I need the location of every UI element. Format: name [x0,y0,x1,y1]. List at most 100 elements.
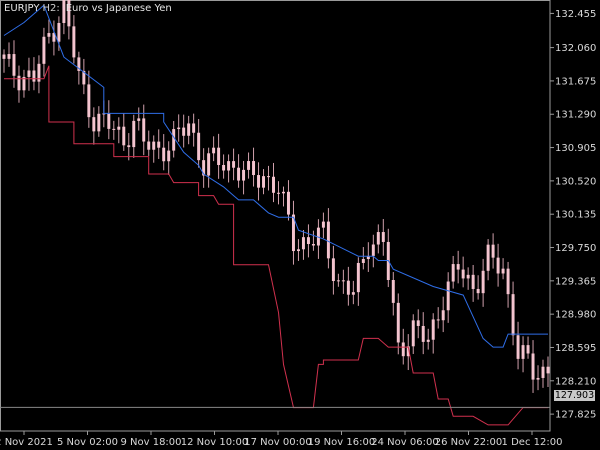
candle-body [431,319,435,340]
candle-body [112,128,116,130]
candle-body [237,167,241,181]
candle-body [371,244,375,256]
candle-body [521,345,525,359]
candle-body [262,176,266,188]
candle-body [177,127,181,130]
candle-body [242,169,246,181]
candle-body [481,270,485,294]
candle-body [122,126,126,146]
candle-body [182,127,186,136]
candle-body [286,191,290,215]
symbol-label: EURJPY [4,3,40,14]
upper-band-line [3,4,548,348]
x-tick-label: 1 Dec 12:00 [502,437,563,448]
candle-body [277,192,280,194]
candle-body [411,320,415,347]
candle-body [306,237,310,245]
candle-body [541,366,545,378]
candle-body [421,325,425,342]
candle-body [426,339,430,342]
candle-body [491,244,495,258]
candle-body [42,36,46,64]
price-chart[interactable]: 132.455 132.060 131.675 131.290 130.905 130.5… [0,0,600,450]
candle-body [391,280,395,303]
y-tick-label: 129.365 [555,276,596,287]
y-tick-label: 131.290 [555,110,596,121]
candle-body [376,232,380,245]
x-tick-label: 12 Nov 10:00 [181,437,248,448]
candle-body [272,176,275,193]
x-tick-label: 19 Nov 16:00 [308,437,375,448]
candle-body [97,113,101,132]
candle-body [222,164,226,171]
candle-body [361,259,365,263]
y-tick-label: 128.210 [555,376,596,387]
candle-body [381,232,385,242]
lower-band-line [4,65,548,426]
candle-body [282,191,285,194]
candle-body [341,280,345,282]
candle-body [311,244,315,246]
candle-body [137,118,141,121]
candle-body [336,280,340,282]
candle-body [351,292,355,295]
candle-body [461,269,465,279]
candle-body [466,274,470,279]
candle-body [152,141,156,150]
candle-body [87,84,91,118]
y-tick-label: 129.750 [555,243,596,254]
x-tick-label: 26 Nov 22:00 [435,437,502,448]
candle-body [456,264,460,270]
candle-body [217,147,221,165]
candle-body [232,161,236,168]
candle-body [321,221,325,228]
y-tick-label: 132.455 [555,9,596,20]
candle-body [247,161,251,170]
candle-body [157,141,161,148]
candle-body [7,54,11,59]
candle-body [516,335,520,359]
candle-body [436,319,440,321]
candle-body [536,377,540,380]
x-tick-label: 2 Nov 2021 [0,437,53,448]
candle-body [511,294,515,336]
candle-body [401,342,405,357]
candle-body [356,262,360,293]
candle-body [117,126,121,130]
candle-body [346,280,350,295]
instrument-description: Euro vs Japanese Yen [65,3,172,14]
y-tick-label: 131.675 [555,76,596,87]
x-tick-label: 24 Nov 06:00 [371,437,438,448]
candle-body [441,310,445,321]
candle-body [506,268,510,295]
y-tick-label: 130.135 [555,210,596,221]
candle-body [451,264,455,282]
candle-body [476,288,480,294]
y-tick-label: 130.520 [555,176,596,187]
candle-body [192,123,196,133]
candle-body [132,120,136,148]
candle-body [496,257,500,274]
candle-body [546,366,550,374]
candle-body [167,150,171,162]
candle-body [142,118,146,142]
candle-body [12,54,16,76]
y-tick-label: 132.060 [555,43,596,54]
candle-body [331,258,335,282]
candle-body [227,161,231,171]
candle-body [187,123,191,136]
candle-body [47,33,51,37]
candle-body [2,54,6,59]
candle-body [17,75,21,91]
candle-body [57,22,61,42]
candle-body [301,237,305,250]
candle-body [267,176,270,178]
candle-body [27,70,31,77]
candle-body [326,221,330,259]
chart-canvas[interactable]: 132.455 132.060 131.675 131.290 130.905 130.5… [0,0,600,450]
candle-body [72,26,76,58]
candle-body [531,353,535,380]
y-tick-label: 127.825 [555,410,596,421]
current-price-label: 127.903 [554,390,595,401]
x-tick-label: 9 Nov 18:00 [120,437,181,448]
